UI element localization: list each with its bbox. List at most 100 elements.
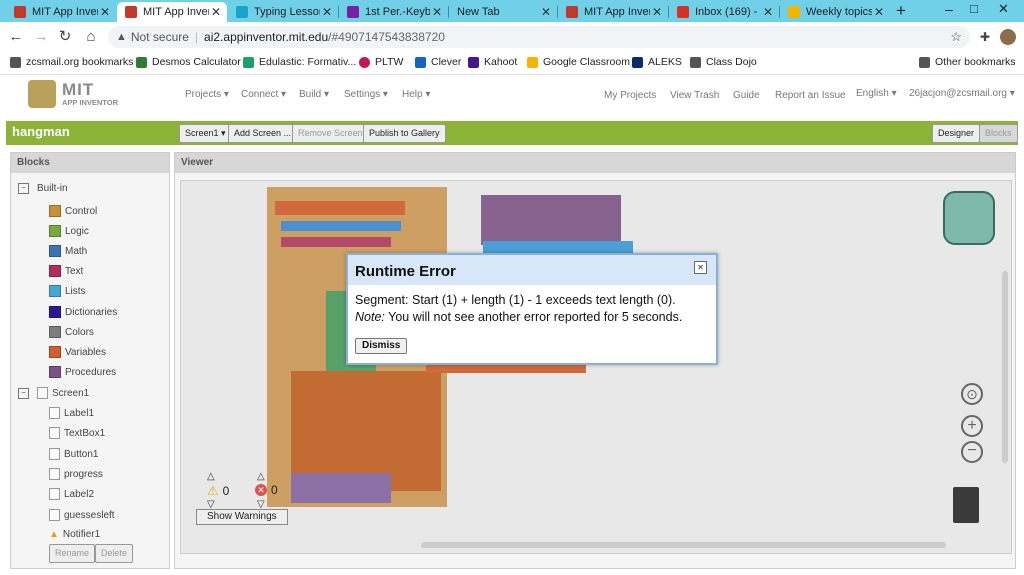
tab-inbox[interactable]: Inbox (169) - 2 ✕ xyxy=(669,2,779,22)
account-menu[interactable]: 26jacjon@zcsmail.org ▾ xyxy=(909,88,1015,99)
component-button1[interactable]: Button1 xyxy=(49,448,98,460)
drawer-lists[interactable]: Lists xyxy=(49,285,86,297)
collapse-minus-icon[interactable]: − xyxy=(18,183,29,194)
delete-button[interactable]: Delete xyxy=(95,544,134,563)
screen-select[interactable]: Screen1 ▾ xyxy=(179,124,232,143)
add-screen-button[interactable]: Add Screen ... xyxy=(228,124,298,143)
drawer-control[interactable]: Control xyxy=(49,205,97,217)
vertical-scrollbar[interactable] xyxy=(1002,271,1008,463)
menu-connect[interactable]: Connect ▾ xyxy=(241,89,286,100)
tab-mit-app-inventor-1[interactable]: MIT App Invento ✕ xyxy=(6,2,116,22)
blocks-button[interactable]: Blocks xyxy=(979,124,1018,143)
close-tab-icon[interactable]: ✕ xyxy=(209,5,223,19)
bookmark-zcsmail[interactable]: zcsmail.org bookmarks xyxy=(10,56,133,68)
tab-mit-app-inventor-2[interactable]: MIT App Invento ✕ xyxy=(558,2,668,22)
tab-title: 1st Per.-Keyb-7 xyxy=(365,6,430,18)
component-label1[interactable]: Label1 xyxy=(49,407,94,419)
link-view-trash[interactable]: View Trash xyxy=(670,90,719,101)
tab-typing-lessons[interactable]: Typing Lessons ✕ xyxy=(228,2,338,22)
zoom-out-icon[interactable]: − xyxy=(961,441,983,463)
builtin-tree-node[interactable]: − Built-in xyxy=(18,183,68,194)
close-dialog-icon[interactable]: ✕ xyxy=(694,261,707,274)
kahoot-icon xyxy=(468,56,479,68)
close-tab-icon[interactable]: ✕ xyxy=(650,5,664,19)
bookmark-aleks[interactable]: ALEKS xyxy=(632,56,682,68)
drawer-procedures[interactable]: Procedures xyxy=(49,366,116,378)
drawer-colors[interactable]: Colors xyxy=(49,326,94,338)
link-my-projects[interactable]: My Projects xyxy=(604,90,656,101)
menu-build[interactable]: Build ▾ xyxy=(299,89,329,100)
dismiss-button[interactable]: Dismiss xyxy=(355,338,408,354)
remove-screen-button[interactable]: Remove Screen xyxy=(292,124,369,143)
bookmark-pltw[interactable]: PLTW xyxy=(359,56,403,68)
close-tab-icon[interactable]: ✕ xyxy=(539,5,553,19)
error-arrow-up-icon[interactable]: △ xyxy=(257,471,265,482)
variable-block[interactable] xyxy=(275,201,405,215)
bookmark-kahoot[interactable]: Kahoot xyxy=(468,56,517,68)
close-window-icon[interactable]: ✕ xyxy=(998,1,1009,17)
language-select[interactable]: English ▾ xyxy=(856,88,897,99)
bookmark-class-dojo[interactable]: Class Dojo xyxy=(690,56,757,68)
bookmark-desmos[interactable]: Desmos Calculator xyxy=(136,56,241,68)
publish-gallery-button[interactable]: Publish to Gallery xyxy=(363,124,446,143)
screen1-tree-node[interactable]: − Screen1 xyxy=(18,387,89,399)
drawer-logic[interactable]: Logic xyxy=(49,225,89,237)
close-tab-icon[interactable]: ✕ xyxy=(761,5,775,19)
drawer-dictionaries[interactable]: Dictionaries xyxy=(49,306,117,318)
close-tab-icon[interactable]: ✕ xyxy=(98,5,112,19)
link-report-issue[interactable]: Report an Issue xyxy=(775,90,846,101)
center-target-icon[interactable]: ⊙ xyxy=(961,383,983,405)
tab-keyboarding[interactable]: 1st Per.-Keyb-7 ✕ xyxy=(339,2,448,22)
tab-new-tab[interactable]: New Tab ✕ xyxy=(449,2,557,22)
horizontal-scrollbar[interactable] xyxy=(421,542,946,548)
menu-settings[interactable]: Settings ▾ xyxy=(344,89,388,100)
new-tab-plus-icon[interactable]: + xyxy=(896,2,906,20)
component-notifier1[interactable]: ▲ Notifier1 xyxy=(49,529,100,540)
drawer-text[interactable]: Text xyxy=(49,265,83,277)
text-block[interactable] xyxy=(281,237,391,247)
app-inventor-logo-icon[interactable] xyxy=(28,80,56,108)
browser-toolbar: ← → ↻ ⌂ ▲ Not secure | ai2.appinventor.m… xyxy=(0,22,1024,52)
rename-button[interactable]: Rename xyxy=(49,544,96,563)
maximize-icon[interactable]: □ xyxy=(970,1,978,16)
component-progress[interactable]: progress xyxy=(49,468,103,480)
address-bar[interactable]: ▲ Not secure | ai2.appinventor.mit.edu /… xyxy=(108,26,970,48)
component-label2[interactable]: Label2 xyxy=(49,488,94,500)
drawer-variables[interactable]: Variables xyxy=(49,346,106,358)
back-arrow-icon[interactable]: ← xyxy=(7,28,25,46)
notifier-call-block[interactable] xyxy=(291,473,391,503)
component-textbox1[interactable]: TextBox1 xyxy=(49,427,105,439)
menu-projects[interactable]: Projects ▾ xyxy=(185,89,229,100)
home-icon[interactable]: ⌂ xyxy=(82,28,100,46)
link-guide[interactable]: Guide xyxy=(733,90,760,101)
star-bookmark-icon[interactable]: ☆ xyxy=(950,29,962,45)
drawer-math[interactable]: Math xyxy=(49,245,87,257)
backpack-icon[interactable] xyxy=(943,191,995,245)
designer-button[interactable]: Designer xyxy=(932,124,981,143)
minimize-icon[interactable]: – xyxy=(945,1,953,17)
zoom-in-icon[interactable]: + xyxy=(961,415,983,437)
bookmark-edulastic[interactable]: Edulastic: Formativ... xyxy=(243,56,356,68)
collapse-minus-icon[interactable]: − xyxy=(18,387,29,399)
tab-mit-app-inventor-active[interactable]: MIT App Invento ✕ xyxy=(117,2,227,22)
bookmark-clever[interactable]: Clever xyxy=(415,56,461,68)
text-block[interactable] xyxy=(281,221,401,231)
procedure-block[interactable] xyxy=(481,195,621,245)
tab-weekly-topics[interactable]: Weekly topics ✕ xyxy=(780,2,890,22)
close-tab-icon[interactable]: ✕ xyxy=(430,5,444,19)
menu-help[interactable]: Help ▾ xyxy=(402,89,430,100)
warning-arrow-up-icon[interactable]: △ xyxy=(207,471,215,482)
bookmark-google-classroom[interactable]: Google Classroom xyxy=(527,56,630,68)
close-tab-icon[interactable]: ✕ xyxy=(320,5,334,19)
bookmarks-bar: zcsmail.org bookmarks Desmos Calculator … xyxy=(0,52,1024,75)
extensions-puzzle-icon[interactable]: ✚ xyxy=(976,28,994,46)
close-tab-icon[interactable]: ✕ xyxy=(872,5,886,19)
profile-avatar[interactable] xyxy=(1000,29,1016,45)
reload-icon[interactable]: ↻ xyxy=(56,28,74,46)
trash-can-icon[interactable] xyxy=(953,487,979,523)
blocks-workspace[interactable]: ⊙ + − △ ⚠ 0 ▽ △ ✕ 0 ▽ Show Warnings xyxy=(180,180,1012,554)
show-warnings-button[interactable]: Show Warnings xyxy=(196,509,288,525)
other-bookmarks[interactable]: Other bookmarks xyxy=(919,56,1016,68)
component-guessesleft[interactable]: guessesleft xyxy=(49,509,115,521)
forward-arrow-icon[interactable]: → xyxy=(32,28,50,46)
